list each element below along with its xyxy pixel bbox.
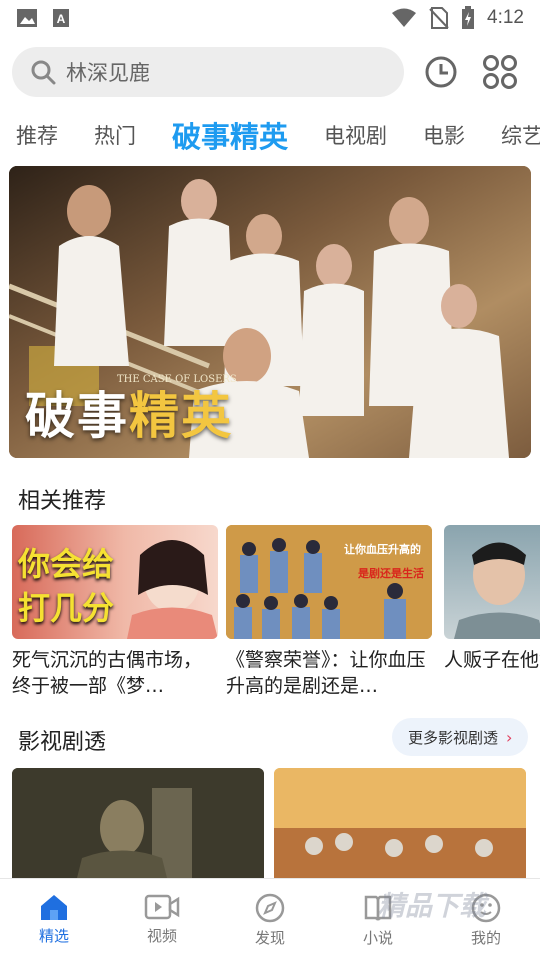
tab-hot[interactable]: 热门 bbox=[94, 120, 136, 150]
clock-time: 4:12 bbox=[487, 7, 524, 28]
history-clock-icon[interactable] bbox=[424, 55, 458, 89]
svg-text:A: A bbox=[57, 12, 66, 26]
section-title-recommend: 相关推荐 bbox=[18, 489, 107, 514]
wifi-icon bbox=[392, 8, 417, 27]
nav-label: 视频 bbox=[146, 927, 177, 945]
banner-title: 破事精英 bbox=[25, 376, 233, 448]
search-input[interactable]: 林深见鹿 bbox=[12, 47, 404, 97]
grid-apps-icon[interactable] bbox=[482, 54, 518, 90]
video-thumbnail bbox=[12, 768, 264, 878]
nav-discover[interactable]: 发现 bbox=[216, 879, 324, 960]
video-card[interactable] bbox=[12, 768, 264, 878]
image-icon bbox=[17, 9, 37, 27]
more-videos-button[interactable]: 更多影视剧透 › bbox=[392, 718, 528, 756]
nav-video[interactable]: 视频 bbox=[108, 879, 216, 960]
font-download-icon: A bbox=[53, 9, 69, 27]
thumb-caption-line1: 你会给 bbox=[18, 545, 115, 583]
video-list bbox=[12, 768, 540, 878]
video-icon bbox=[144, 894, 180, 920]
home-icon bbox=[41, 895, 67, 920]
recommend-description: 死气沉沉的古偶市场，终于被一部《梦… bbox=[12, 649, 203, 697]
actor-still-image bbox=[454, 542, 540, 639]
more-videos-label: 更多影视剧透 bbox=[408, 728, 499, 747]
recommend-list: 你会给 打几分 死气沉沉的古偶市场，终于被一部《梦… 让你血压升高的 是剧还是生… bbox=[12, 525, 540, 700]
nav-label: 我的 bbox=[470, 929, 501, 947]
banner-title-part2: 精英 bbox=[129, 386, 233, 445]
recommend-thumbnail bbox=[444, 525, 540, 639]
compass-icon bbox=[255, 893, 285, 923]
hero-banner[interactable]: THE CASE OF LOSERS 破事精英 bbox=[9, 166, 531, 458]
recommend-card[interactable]: 让你血压升高的 是剧还是生活 《警察荣誉》：让你血压升高的是剧还是… bbox=[226, 525, 432, 700]
recommend-description: 人贩子在他警察发现, bbox=[444, 649, 540, 671]
tab-variety[interactable]: 综艺 bbox=[501, 120, 540, 150]
thumb-caption-line2: 是剧还是生活 bbox=[358, 567, 424, 580]
tab-tv-series[interactable]: 电视剧 bbox=[324, 120, 387, 150]
recommend-card[interactable]: 你会给 打几分 死气沉沉的古偶市场，终于被一部《梦… bbox=[12, 525, 218, 700]
recommend-thumbnail: 让你血压升高的 是剧还是生活 bbox=[226, 525, 432, 639]
video-card[interactable] bbox=[274, 768, 526, 878]
section-title-videos: 影视剧透 bbox=[18, 730, 107, 755]
search-row: 林深见鹿 bbox=[12, 46, 528, 98]
nav-label: 发现 bbox=[254, 929, 285, 947]
battery-charging-icon bbox=[462, 6, 475, 29]
nav-label: 小说 bbox=[362, 929, 393, 947]
video-thumbnail bbox=[274, 768, 526, 878]
recommend-thumbnail: 你会给 打几分 bbox=[12, 525, 218, 639]
nav-featured[interactable]: 精选 bbox=[0, 879, 108, 960]
recommend-card[interactable]: 人贩子在他警察发现, bbox=[444, 525, 540, 700]
recommend-description: 《警察荣誉》：让你血压升高的是剧还是… bbox=[226, 649, 426, 697]
watermark: 精品下载 bbox=[378, 891, 486, 922]
category-tabs: 推荐 热门 破事精英 电视剧 电影 综艺 bbox=[0, 108, 540, 162]
tab-poshi-jingying[interactable]: 破事精英 bbox=[172, 114, 288, 156]
tab-movies[interactable]: 电影 bbox=[423, 120, 465, 150]
thumb-caption-line1: 让你血压升高的 bbox=[344, 543, 421, 556]
search-icon bbox=[31, 60, 56, 85]
tab-recommend[interactable]: 推荐 bbox=[16, 120, 58, 150]
chevron-right-icon: › bbox=[506, 727, 513, 747]
search-query: 林深见鹿 bbox=[66, 61, 150, 85]
banner-title-part1: 破事 bbox=[25, 386, 129, 445]
no-sim-icon bbox=[429, 7, 449, 29]
status-bar: A 4:12 bbox=[0, 0, 540, 36]
thumb-caption-line2: 打几分 bbox=[18, 589, 115, 627]
nav-label: 精选 bbox=[38, 927, 69, 945]
